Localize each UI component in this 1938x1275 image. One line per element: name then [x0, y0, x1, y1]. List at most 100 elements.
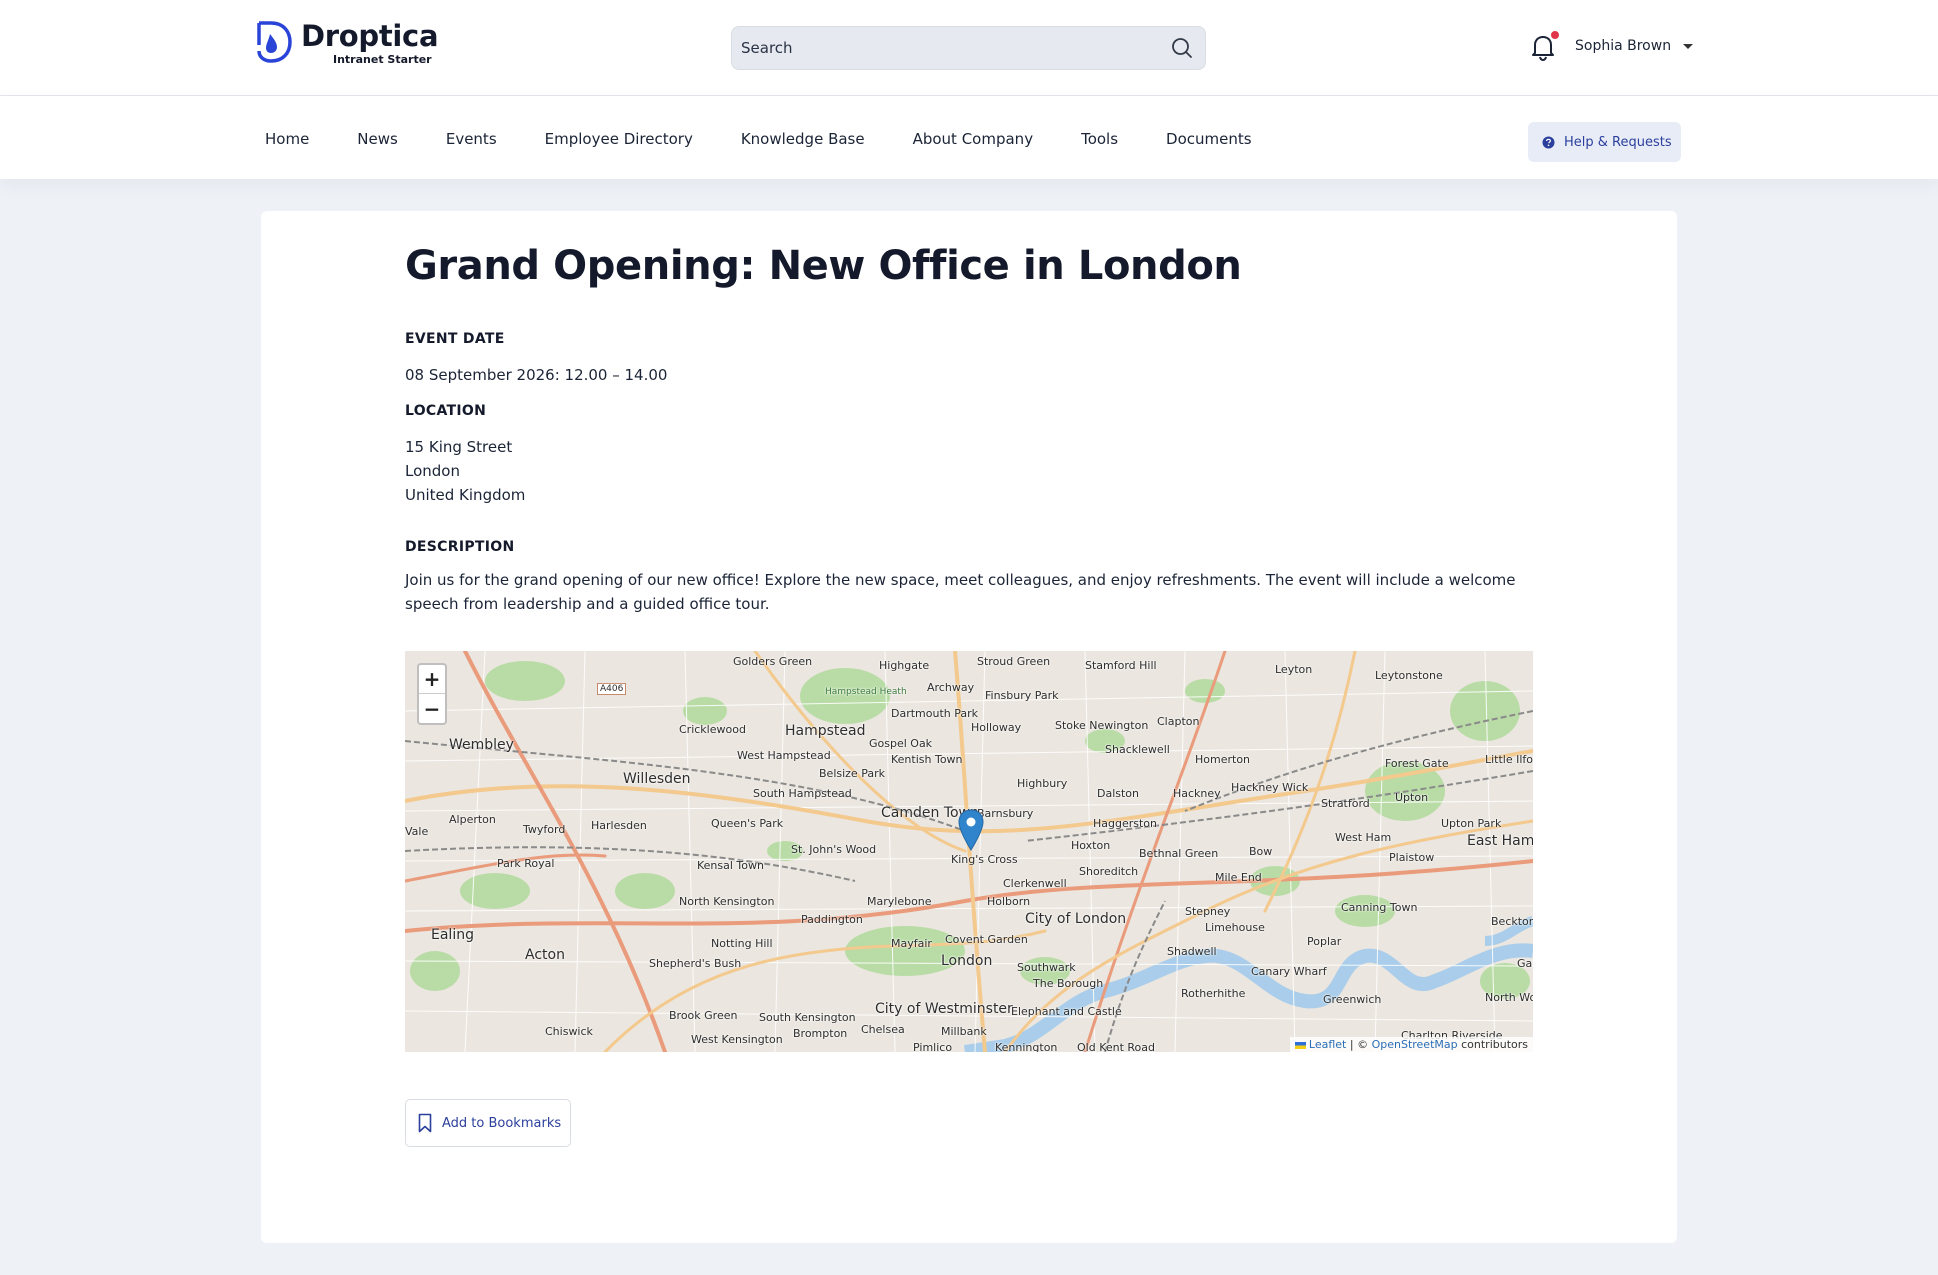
page-title: Grand Opening: New Office in London	[405, 243, 1242, 289]
zoom-in-button[interactable]: +	[419, 665, 445, 694]
map-label: Highbury	[1017, 777, 1068, 790]
map-label: Haggerston	[1093, 817, 1158, 830]
map-label: Hoxton	[1071, 839, 1111, 852]
map-label: Leyton	[1275, 663, 1313, 676]
map-label: Old Kent Road	[1077, 1041, 1156, 1052]
nav-item-tools[interactable]: Tools	[1081, 130, 1118, 148]
map-label: Little Ilford	[1485, 753, 1533, 766]
map-label: Clerkenwell	[1003, 877, 1067, 890]
map-label: Vale	[405, 825, 429, 838]
map-label: City of Westminster	[875, 1001, 1013, 1017]
location-marker-icon[interactable]	[958, 809, 984, 851]
map-label: Brompton	[793, 1027, 848, 1040]
nav-item-documents[interactable]: Documents	[1166, 130, 1252, 148]
map-label: Dartmouth Park	[891, 707, 979, 720]
map-label: West Kensington	[691, 1033, 783, 1046]
map-label: Greenwich	[1323, 993, 1382, 1006]
attribution-tail: contributors	[1457, 1038, 1528, 1051]
map-label: Marylebone	[867, 895, 932, 908]
event-date-label: EVENT DATE	[405, 331, 505, 347]
map-label: Stamford Hill	[1085, 659, 1157, 672]
map-label: South Kensington	[759, 1011, 856, 1024]
map-label: Elephant and Castle	[1011, 1005, 1122, 1018]
nav-item-employee-directory[interactable]: Employee Directory	[545, 130, 693, 148]
map-label: Holloway	[971, 721, 1022, 734]
map-label: Kennington	[995, 1041, 1058, 1052]
map-label: Pimlico	[913, 1041, 953, 1052]
add-to-bookmarks-button[interactable]: Add to Bookmarks	[405, 1099, 571, 1147]
nav-item-knowledge-base[interactable]: Knowledge Base	[741, 130, 865, 148]
map-label: Kentish Town	[891, 753, 963, 766]
nav-item-news[interactable]: News	[357, 130, 398, 148]
map-label: The Borough	[1033, 977, 1104, 990]
map-label: Archway	[927, 681, 975, 694]
map-label: London	[941, 953, 993, 969]
map-label: Homerton	[1195, 753, 1251, 766]
openstreetmap-link[interactable]: OpenStreetMap	[1372, 1038, 1458, 1051]
attribution-separator: | ©	[1346, 1038, 1372, 1051]
search-icon[interactable]	[1171, 37, 1193, 59]
map-label: Clapton	[1157, 715, 1200, 728]
map-label: Hackney Wick	[1231, 781, 1309, 794]
brand-logo[interactable]: Droptica Intranet Starter	[255, 20, 439, 66]
map-label: West Hampstead	[737, 749, 831, 762]
zoom-out-button[interactable]: −	[419, 694, 445, 723]
map-label: Highgate	[879, 659, 930, 672]
map-label: Chelsea	[861, 1023, 905, 1036]
map-road-label: A406	[597, 683, 627, 695]
map-label: Upton	[1395, 791, 1429, 804]
nav-item-about-company[interactable]: About Company	[913, 130, 1033, 148]
chevron-down-icon	[1683, 43, 1694, 49]
map-label: Hampstead	[785, 723, 866, 739]
map-label: Southwark	[1017, 961, 1076, 974]
map-label: Brook Green	[669, 1009, 738, 1022]
ukraine-flag-icon	[1294, 1041, 1306, 1049]
help-requests-button[interactable]: Help & Requests	[1528, 122, 1681, 162]
map-label: Chiswick	[545, 1025, 593, 1038]
map-label: North Kensington	[679, 895, 775, 908]
map-label: Dalston	[1097, 787, 1140, 800]
location-label: LOCATION	[405, 403, 487, 419]
map-label: Queen's Park	[711, 817, 784, 830]
map-label: Alperton	[449, 813, 496, 826]
help-icon	[1542, 136, 1555, 148]
event-date-value: 08 September 2026: 12.00 – 14.00	[405, 366, 668, 384]
leaflet-link[interactable]: Leaflet	[1309, 1038, 1346, 1051]
event-map[interactable]: Golders Green Highgate Stroud Green Stam…	[405, 651, 1533, 1052]
nav-item-home[interactable]: Home	[265, 130, 309, 148]
map-zoom-control: + −	[417, 663, 447, 725]
map-label: Harlesden	[591, 819, 647, 832]
event-card: Grand Opening: New Office in London EVEN…	[261, 211, 1677, 1243]
notification-dot	[1551, 31, 1559, 39]
description-label: DESCRIPTION	[405, 539, 515, 555]
map-label: City of London	[1025, 911, 1127, 927]
map-label: Holborn	[987, 895, 1031, 908]
event-description: Join us for the grand opening of our new…	[405, 571, 1516, 613]
brand-subtitle: Intranet Starter	[333, 53, 432, 66]
map-label: Paddington	[801, 913, 863, 926]
map-label: Notting Hill	[711, 937, 773, 950]
user-menu[interactable]: Sophia Brown	[1575, 38, 1694, 54]
map-label: Kensal Town	[697, 859, 764, 872]
map-label: Leytonstone	[1375, 669, 1443, 682]
map-label: Canning Town	[1341, 901, 1418, 914]
droptica-logo-icon	[257, 21, 292, 63]
nav-item-events[interactable]: Events	[446, 130, 497, 148]
map-label: Mile End	[1215, 871, 1262, 884]
top-header: Droptica Intranet Starter Sophia Brown	[0, 0, 1938, 96]
map-label: Plaistow	[1389, 851, 1435, 864]
main-nav: Home News Events Employee Directory Know…	[0, 96, 1938, 179]
map-label: Bethnal Green	[1139, 847, 1219, 860]
map-label: Bow	[1249, 845, 1273, 858]
map-label: Stratford	[1321, 797, 1370, 810]
map-label: Twyford	[523, 823, 566, 836]
map-label: Forest Gate	[1385, 757, 1449, 770]
map-label: Belsize Park	[819, 767, 885, 780]
map-label: Hampstead Heath	[825, 687, 907, 697]
map-attribution: Leaflet | © OpenStreetMap contributors	[1289, 1037, 1533, 1052]
map-label: Golders Green	[733, 655, 813, 668]
map-label: Upton Park	[1441, 817, 1502, 830]
search-input[interactable]	[732, 27, 1152, 69]
map-label: Cricklewood	[679, 723, 746, 736]
location-line-country: United Kingdom	[405, 486, 526, 504]
